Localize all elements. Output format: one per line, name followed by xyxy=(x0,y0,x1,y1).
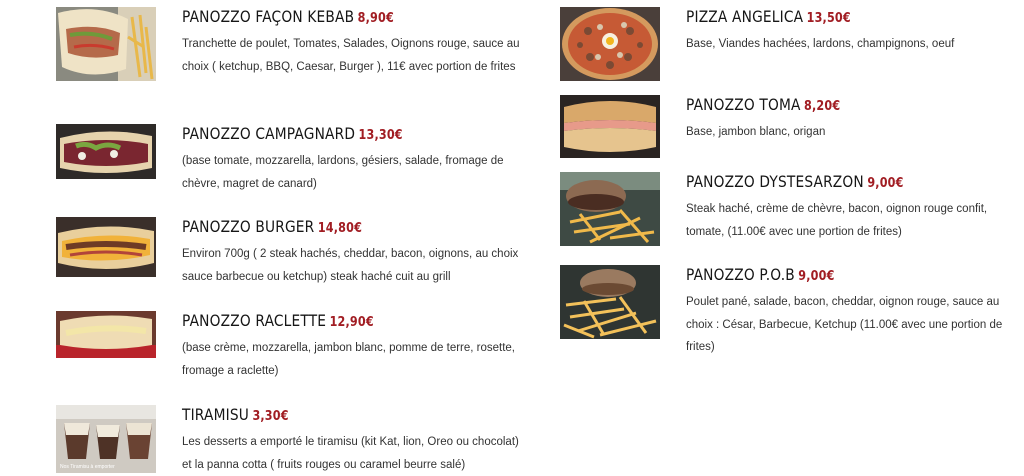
raclette-sandwich-photo xyxy=(56,311,156,358)
campagnard-sandwich-photo xyxy=(56,124,156,179)
item-description: Base, Viandes hachées, lardons, champign… xyxy=(686,38,955,50)
pob-with-fries-photo xyxy=(560,265,660,339)
item-description: Les desserts a emporté le tiramisu (kit … xyxy=(182,436,519,471)
item-name: TIRAMISU xyxy=(182,405,249,424)
item-title: PANOZZO CAMPAGNARD 13,30€ xyxy=(182,124,403,146)
item-price: 14,80€ xyxy=(317,221,363,236)
item-name: PANOZZO CAMPAGNARD xyxy=(182,124,356,143)
item-price: 9,00€ xyxy=(798,269,835,284)
item-price: 12,90€ xyxy=(329,315,374,330)
kebab-sandwich-photo xyxy=(56,7,156,81)
image-caption: Nos Tiramisu à emporter xyxy=(60,464,115,470)
item-description: Steak haché, crème de chèvre, bacon, oig… xyxy=(686,203,988,238)
item-price: 3,30€ xyxy=(252,409,289,424)
item-title: TIRAMISU 3,30€ xyxy=(182,405,289,427)
item-description: Tranchette de poulet, Tomates, Salades, … xyxy=(182,38,520,73)
item-price: 13,30€ xyxy=(358,128,403,143)
item-title: PANOZZO BURGER 14,80€ xyxy=(182,217,362,239)
item-name: PANOZZO DYSTESARZON xyxy=(686,172,864,191)
item-description: (base crème, mozzarella, jambon blanc, p… xyxy=(182,342,516,377)
item-name: PANOZZO RACLETTE xyxy=(182,311,327,330)
item-title: PIZZA ANGELICA 13,50€ xyxy=(686,7,851,29)
item-title: PANOZZO TOMA 8,20€ xyxy=(686,95,840,117)
item-title: PANOZZO FAÇON KEBAB 8,90€ xyxy=(182,7,394,29)
item-name: PANOZZO TOMA xyxy=(686,95,801,114)
item-name: PANOZZO P.O.B xyxy=(686,265,795,284)
pizza-photo xyxy=(560,7,660,81)
item-price: 8,20€ xyxy=(804,99,841,114)
item-description: Environ 700g ( 2 steak hachés, cheddar, … xyxy=(182,248,519,283)
item-price: 13,50€ xyxy=(806,11,851,26)
item-name: PANOZZO FAÇON KEBAB xyxy=(182,7,355,26)
item-description: (base tomate, mozzarella, lardons, gésie… xyxy=(182,155,504,190)
dystesarzon-with-fries-photo xyxy=(560,172,660,246)
item-description: Base, jambon blanc, origan xyxy=(686,126,826,138)
tiramisu-cups-photo: Nos Tiramisu à emporter xyxy=(56,405,156,473)
item-title: PANOZZO P.O.B 9,00€ xyxy=(686,265,835,287)
item-name: PIZZA ANGELICA xyxy=(686,7,804,26)
toma-sandwich-photo xyxy=(560,95,660,158)
item-title: PANOZZO DYSTESARZON 9,00€ xyxy=(686,172,904,194)
item-description: Poulet pané, salade, bacon, cheddar, oig… xyxy=(686,296,1003,353)
burger-sandwich-photo xyxy=(56,217,156,277)
item-price: 9,00€ xyxy=(867,176,904,191)
item-name: PANOZZO BURGER xyxy=(182,217,315,236)
item-price: 8,90€ xyxy=(357,11,394,26)
item-title: PANOZZO RACLETTE 12,90€ xyxy=(182,311,374,333)
